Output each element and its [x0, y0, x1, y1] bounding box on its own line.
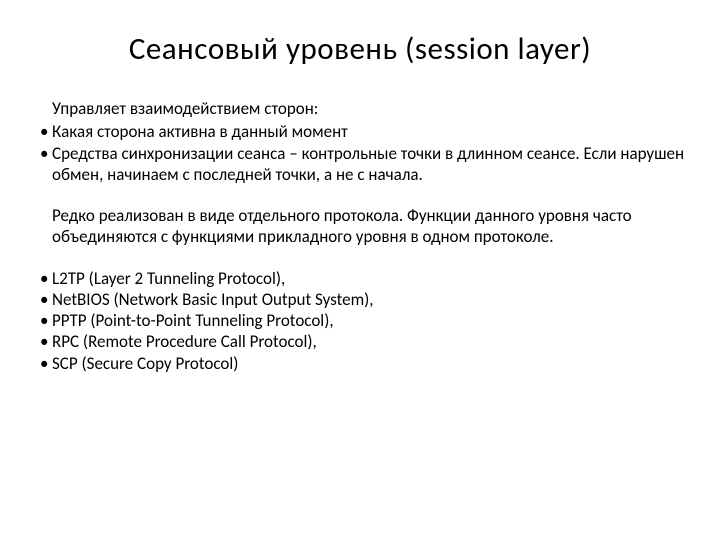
list-item: L2TP (Layer 2 Tunneling Protocol), [30, 268, 690, 289]
list-item: Какая сторона активна в данный момент [30, 121, 690, 142]
list-item: SCP (Secure Copy Protocol) [30, 353, 690, 374]
list-item: NetBIOS (Network Basic Input Output Syst… [30, 289, 690, 310]
slide-content: Управляет взаимодействием сторон: Какая … [30, 98, 690, 374]
bullet-list-1: Какая сторона активна в данный момент Ср… [30, 121, 690, 185]
slide-title: Сеансовый уровень (session layer) [30, 30, 690, 68]
list-item: Средства синхронизации сеанса – контроль… [30, 143, 690, 186]
list-item: RPC (Remote Procedure Call Protocol), [30, 331, 690, 352]
protocol-list: L2TP (Layer 2 Tunneling Protocol), NetBI… [30, 268, 690, 374]
paragraph-text: Редко реализован в виде отдельного прото… [52, 205, 690, 248]
list-item: PPTP (Point-to-Point Tunneling Protocol)… [30, 310, 690, 331]
intro-text: Управляет взаимодействием сторон: [52, 98, 690, 119]
